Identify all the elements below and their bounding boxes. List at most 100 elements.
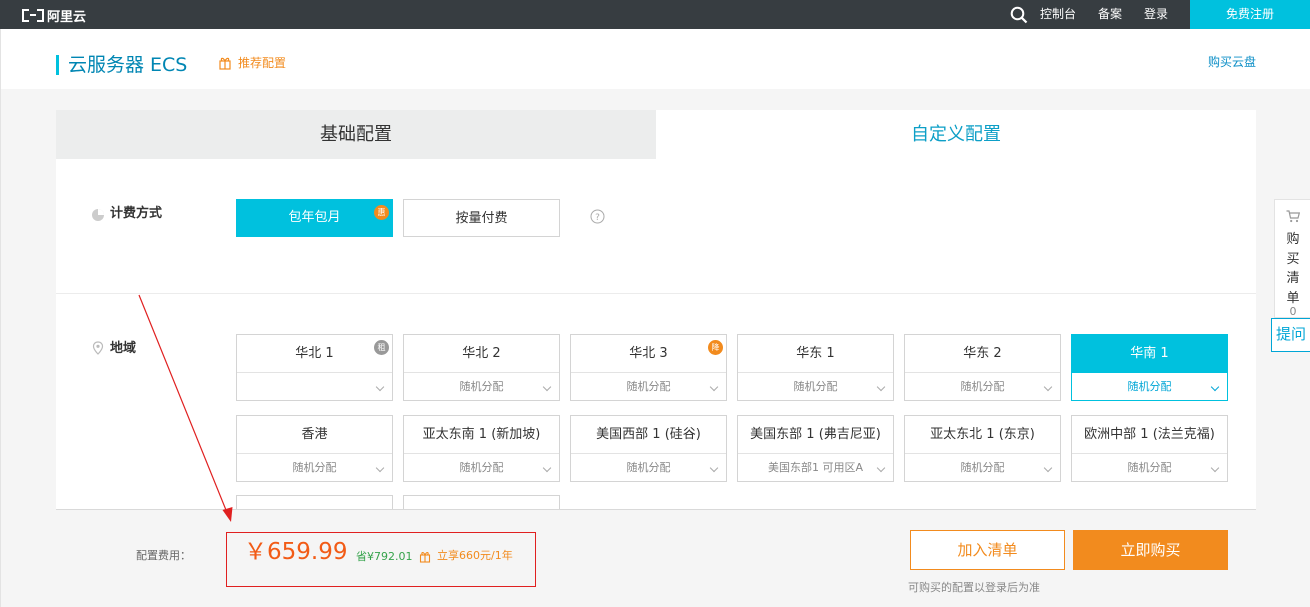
- shopping-list-char: 清: [1286, 271, 1300, 286]
- zone-select[interactable]: 美国东部1 可用区A: [738, 453, 893, 481]
- region-name: 亚太东北 1 (东京): [930, 427, 1035, 442]
- zone-select[interactable]: 随机分配: [905, 372, 1060, 400]
- chevron-down-icon: [375, 463, 385, 473]
- buy-disk-link[interactable]: 购买云盘: [1208, 55, 1256, 70]
- shopping-list-char: 买: [1286, 251, 1300, 267]
- zone-select-value: 随机分配: [292, 461, 337, 474]
- chevron-down-icon: [1043, 382, 1053, 392]
- billing-icon: [92, 209, 104, 221]
- shopping-list-label: 购买清单: [1284, 230, 1302, 308]
- region-option[interactable]: 华东 2 随机分配: [904, 334, 1061, 401]
- billing-usage-button[interactable]: 按量付费: [403, 199, 560, 237]
- chevron-down-icon: [709, 463, 719, 473]
- chevron-down-icon: [1210, 382, 1220, 392]
- console-link[interactable]: 控制台: [1040, 6, 1076, 22]
- cart-count: 0: [1289, 305, 1297, 318]
- billing-label: 计费方式: [110, 206, 163, 221]
- recommend-config-link[interactable]: 推荐配置: [238, 56, 286, 71]
- region-option[interactable]: 亚太东北 1 (东京) 随机分配: [904, 415, 1061, 482]
- billing-yearly-button[interactable]: 包年包月: [236, 199, 393, 237]
- aliyun-logo-icon: [22, 8, 44, 22]
- region-name: 华北 1: [295, 346, 334, 361]
- region-name: 华北 2: [462, 346, 501, 361]
- page-header: [0, 29, 1310, 89]
- region-name: 美国东部 1 (弗吉尼亚): [750, 427, 881, 442]
- region-name: 华东 2: [963, 346, 1002, 361]
- region-option[interactable]: 华东 1 随机分配: [737, 334, 894, 401]
- region-option[interactable]: 美国西部 1 (硅谷) 随机分配: [570, 415, 727, 482]
- region-option[interactable]: 华北 1 租: [236, 334, 393, 401]
- zone-select[interactable]: 随机分配: [905, 453, 1060, 481]
- zone-select[interactable]: 随机分配: [1072, 372, 1227, 400]
- region-badge: 租: [374, 340, 389, 355]
- ask-question-button[interactable]: 提问: [1271, 318, 1310, 352]
- region-option[interactable]: 欧洲中部 1 (法兰克福) 随机分配: [1071, 415, 1228, 482]
- billing-yearly-label: 包年包月: [288, 210, 341, 225]
- tab-custom-config[interactable]: 自定义配置: [656, 110, 1256, 159]
- zone-select-value: 随机分配: [960, 461, 1005, 474]
- add-to-cart-button[interactable]: 加入清单: [910, 530, 1065, 570]
- region-option[interactable]: 美国东部 1 (弗吉尼亚) 美国东部1 可用区A: [737, 415, 894, 482]
- annotation-highlight-box: [226, 532, 536, 587]
- region-option[interactable]: 华北 3 随机分配 降: [570, 334, 727, 401]
- region-name: 亚太东南 1 (新加坡): [422, 427, 541, 442]
- logo-text: 阿里云: [47, 9, 87, 25]
- zone-select[interactable]: 随机分配: [404, 453, 559, 481]
- location-pin-icon: [92, 341, 104, 355]
- region-option-partial[interactable]: [403, 495, 560, 509]
- region-name: 香港: [301, 427, 328, 442]
- chevron-down-icon: [876, 382, 886, 392]
- billing-usage-label: 按量付费: [455, 211, 508, 226]
- chevron-down-icon: [1043, 463, 1053, 473]
- register-button[interactable]: 免费注册: [1190, 0, 1310, 29]
- zone-select-value: 美国东部1 可用区A: [767, 461, 864, 474]
- discount-badge: 惠: [374, 205, 389, 220]
- region-name: 欧洲中部 1 (法兰克福): [1084, 427, 1215, 442]
- fee-label: 配置费用：: [136, 549, 191, 562]
- region-option-partial[interactable]: [236, 495, 393, 509]
- shopping-list-float[interactable]: 购买清单 0: [1274, 199, 1310, 318]
- buy-now-button[interactable]: 立即购买: [1073, 530, 1228, 570]
- chevron-down-icon: [1210, 463, 1220, 473]
- zone-select[interactable]: 随机分配: [571, 372, 726, 400]
- zone-select-value: 随机分配: [960, 380, 1005, 393]
- region-label: 地域: [110, 341, 137, 356]
- zone-select[interactable]: [237, 372, 392, 400]
- help-icon[interactable]: ?: [590, 209, 605, 224]
- region-option[interactable]: 亚太东南 1 (新加坡) 随机分配: [403, 415, 560, 482]
- region-option[interactable]: 华南 1 随机分配: [1071, 334, 1228, 401]
- region-name: 华南 1: [1072, 335, 1227, 372]
- region-name: 美国西部 1 (硅谷): [596, 427, 701, 442]
- aliyun-logo[interactable]: 阿里云: [22, 6, 87, 25]
- region-option[interactable]: 华北 2 随机分配: [403, 334, 560, 401]
- zone-select-value: 随机分配: [793, 380, 838, 393]
- gift-icon: [219, 57, 231, 70]
- region-badge: 降: [708, 340, 723, 355]
- zone-select[interactable]: 随机分配: [1072, 453, 1227, 481]
- zone-select-value: 随机分配: [459, 380, 504, 393]
- tab-basic-config[interactable]: 基础配置: [56, 110, 656, 159]
- section-divider: [56, 293, 1256, 294]
- zone-select-value: 随机分配: [1127, 380, 1172, 393]
- login-link[interactable]: 登录: [1144, 6, 1168, 22]
- shopping-list-char: 购: [1286, 232, 1300, 247]
- zone-select[interactable]: 随机分配: [237, 453, 392, 481]
- zone-select[interactable]: 随机分配: [738, 372, 893, 400]
- region-name: 华北 3: [629, 346, 668, 361]
- zone-select[interactable]: 随机分配: [404, 372, 559, 400]
- zone-select-value: 随机分配: [626, 380, 671, 393]
- title-accent-bar: [56, 55, 59, 75]
- region-option[interactable]: 香港 随机分配: [236, 415, 393, 482]
- purchase-note: 可购买的配置以登录后为准: [908, 581, 1040, 594]
- zone-select[interactable]: 随机分配: [571, 453, 726, 481]
- zone-select-value: 随机分配: [1127, 461, 1172, 474]
- chevron-down-icon: [709, 382, 719, 392]
- beian-link[interactable]: 备案: [1098, 6, 1122, 22]
- cart-icon: [1286, 210, 1300, 223]
- chevron-down-icon: [542, 382, 552, 392]
- region-name: 华东 1: [796, 346, 835, 361]
- search-icon[interactable]: [1010, 6, 1028, 24]
- chevron-down-icon: [375, 382, 385, 392]
- chevron-down-icon: [876, 463, 886, 473]
- svg-text:?: ?: [595, 213, 600, 223]
